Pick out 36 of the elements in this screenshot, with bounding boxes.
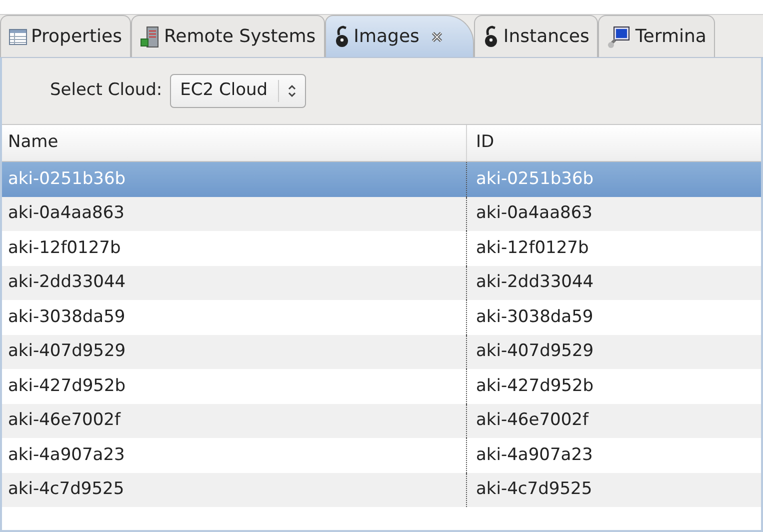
tab[interactable]: Termina [598,15,716,57]
table-row[interactable]: aki-4c7d9525 aki-4c7d9525 [2,472,761,507]
cloud-dropdown[interactable]: EC2 Cloud [170,74,306,108]
close-icon[interactable] [431,30,444,42]
table-cell-text: aki-407d9529 [7,340,127,363]
table-cell-text: aki-0251b36b [7,168,127,190]
lock-icon [483,24,500,48]
table-cell: aki-2dd33044 [466,266,761,300]
table-cell: aki-46e7002f [466,404,761,438]
table-cell-text: aki-46e7002f [7,409,122,432]
table-cell: aki-0a4aa863 [466,196,761,231]
table-row[interactable]: aki-46e7002f aki-46e7002f [2,404,761,438]
tab[interactable]: Remote Systems [130,15,325,57]
table-cell-text: aki-2dd33044 [7,271,127,294]
table-cell-text: aki-12f0127b [7,236,122,260]
table-cell-text: aki-0a4aa863 [7,202,126,225]
table-cell-text: aki-4a907a23 [7,444,126,466]
server-icon [140,26,160,48]
column-header[interactable]: Name [2,125,466,161]
tab[interactable]: Instances [474,15,598,57]
field-label: Select Cloud: [50,79,162,102]
table-cell: aki-4c7d9525 [466,472,761,507]
table-cell-text: aki-4c7d9525 [7,478,126,501]
spinner-arrows-icon [286,83,297,99]
table-cell-text: aki-427d952b [7,374,127,398]
table-row[interactable]: aki-0a4aa863 aki-0a4aa863 [2,196,761,231]
table-row[interactable]: aki-2dd33044 aki-2dd33044 [2,266,761,300]
tab[interactable]: Properties [0,15,131,57]
table-cell-text: aki-3038da59 [7,306,126,328]
column-header[interactable]: ID [466,125,761,161]
lock-icon [334,24,350,48]
table-cell: aki-407d9529 [466,334,761,369]
tab[interactable]: Images [324,15,474,57]
table-row[interactable]: aki-407d9529 aki-407d9529 [2,334,761,369]
monitor-icon [607,24,632,48]
table-icon [9,28,27,44]
